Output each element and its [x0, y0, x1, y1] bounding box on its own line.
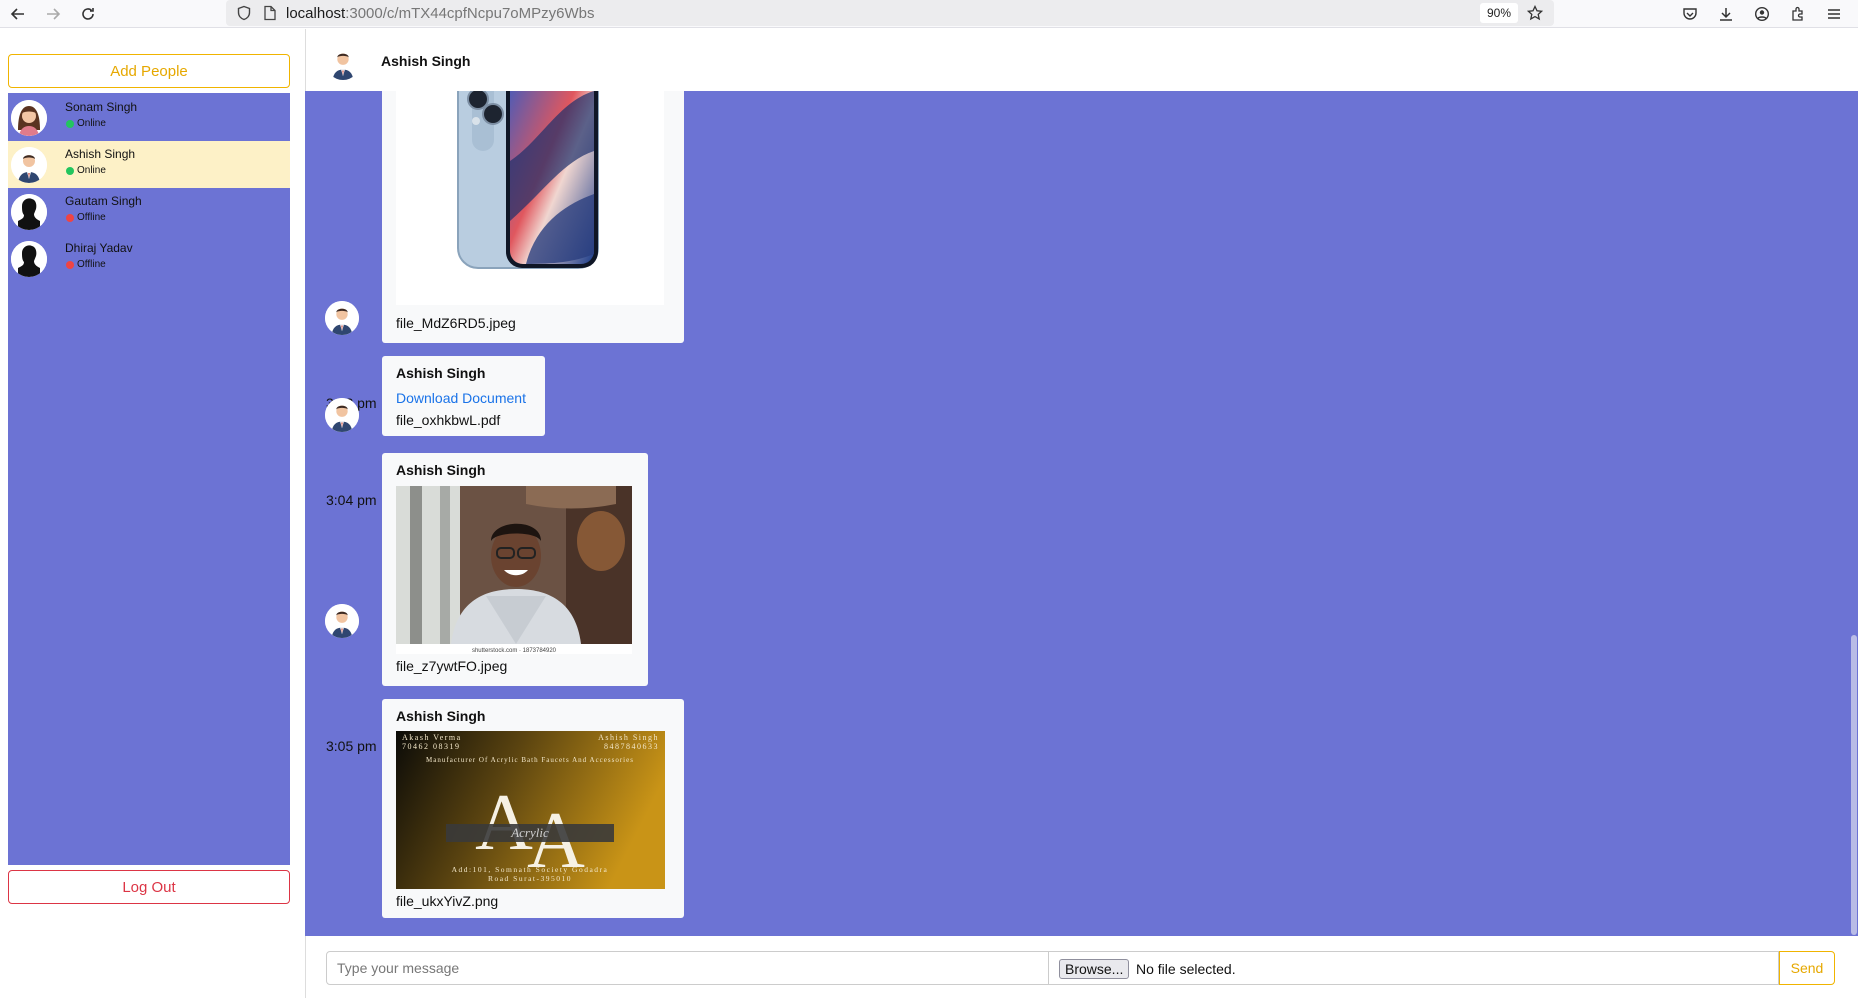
url-bar[interactable]: localhost:3000/c/mTX44cpfNcpu7oMPzy6Wbs …: [226, 0, 1554, 26]
user-status: Online: [66, 165, 106, 176]
card-right-name: Ashish Singh: [598, 733, 659, 742]
page-icon[interactable]: [260, 3, 280, 23]
card-brand: Acrylic: [510, 825, 549, 840]
offline-status-dot: [66, 260, 74, 269]
extensions-icon[interactable]: [1786, 2, 1810, 26]
online-status-dot: [66, 119, 74, 128]
browse-button[interactable]: Browse...: [1059, 959, 1130, 979]
send-button[interactable]: Send: [1779, 951, 1835, 985]
user-item-ashish-singh[interactable]: Ashish Singh Online: [8, 141, 290, 188]
logout-button[interactable]: Log Out: [8, 870, 290, 904]
offline-status-dot: [66, 213, 74, 222]
user-status-label: Online: [77, 165, 106, 176]
url-path: :3000/c/mTX44cpfNcpu7oMPzy6Wbs: [345, 5, 595, 22]
user-status-label: Online: [77, 118, 106, 129]
message-bubble: Ashish Singh shutterstock.com · 18737849…: [382, 453, 648, 686]
card-address-1: Add:101, Somnath Society Godadra: [452, 865, 609, 874]
card-left-name: Akash Verma: [402, 733, 462, 742]
user-item-dhiraj-yadav[interactable]: Dhiraj Yadav Offline: [8, 235, 290, 282]
reload-icon[interactable]: [76, 2, 100, 26]
user-status-label: Offline: [77, 212, 106, 223]
download-icon[interactable]: [1714, 2, 1738, 26]
user-item-gautam-singh[interactable]: Gautam Singh Offline: [8, 188, 290, 235]
female-avatar: [11, 100, 47, 136]
app-window: localhost:3000/c/mTX44cpfNcpu7oMPzy6Wbs …: [0, 0, 1858, 998]
user-name: Sonam Singh: [65, 100, 138, 114]
user-list: Sonam Singh Online Ashish Singh Online G…: [8, 93, 290, 865]
url-text[interactable]: localhost:3000/c/mTX44cpfNcpu7oMPzy6Wbs: [286, 5, 594, 22]
silhouette-avatar: [11, 241, 47, 277]
message-input[interactable]: [326, 951, 1049, 985]
back-icon[interactable]: [6, 2, 30, 26]
sender-avatar: [325, 604, 359, 638]
card-monogram-a1: A: [475, 779, 533, 867]
chat-header: Ashish Singh: [305, 29, 1858, 91]
card-tagline: Manufacturer Of Acrylic Bath Faucets And…: [426, 756, 634, 764]
shield-icon[interactable]: [234, 3, 254, 23]
silhouette-avatar: [11, 194, 47, 230]
message-bubble: Ashish Singh Akash Verma 70462 08319 Ash…: [382, 699, 684, 918]
user-status: Online: [66, 118, 106, 129]
file-name: file_z7ywtFO.jpeg: [396, 658, 508, 674]
chat-scrollbar[interactable]: [1851, 635, 1857, 935]
portrait-photo[interactable]: shutterstock.com · 1873784920: [396, 486, 632, 654]
male-suit-avatar: [326, 46, 360, 80]
user-status-label: Offline: [77, 259, 106, 270]
message-time: 3:05 pm: [326, 738, 377, 754]
message-bubble: Ashish Singh Download Document file_oxhk…: [382, 356, 545, 436]
menu-icon[interactable]: [1822, 2, 1846, 26]
star-icon[interactable]: [1525, 3, 1545, 23]
user-name: Ashish Singh: [65, 147, 136, 161]
user-item-sonam-singh[interactable]: Sonam Singh Online: [8, 94, 290, 141]
message-time: 3:04 pm: [326, 492, 377, 508]
file-status: No file selected.: [1136, 961, 1236, 977]
chat-messages[interactable]: file_MdZ6RD5.jpeg 3:02 pm Ashish Singh D…: [305, 91, 1858, 936]
file-name: file_ukxYivZ.png: [396, 893, 499, 909]
business-card[interactable]: Akash Verma 70462 08319 Ashish Singh 848…: [396, 731, 665, 889]
card-address-2: Road Surat-395010: [488, 874, 572, 883]
browser-toolbar: localhost:3000/c/mTX44cpfNcpu7oMPzy6Wbs …: [0, 0, 1858, 28]
card-right-phone: 8487840633: [604, 742, 659, 751]
chat-contact-name: Ashish Singh: [381, 53, 471, 69]
add-people-button[interactable]: Add People: [8, 54, 290, 88]
user-status: Offline: [66, 259, 106, 270]
account-icon[interactable]: [1750, 2, 1774, 26]
file-name: file_MdZ6RD5.jpeg: [396, 315, 516, 331]
user-name: Gautam Singh: [65, 194, 142, 208]
url-host: localhost: [286, 5, 346, 22]
pocket-icon[interactable]: [1678, 2, 1702, 26]
zoom-level[interactable]: 90%: [1480, 3, 1519, 23]
sender-avatar: [325, 301, 359, 335]
online-status-dot: [66, 166, 74, 175]
download-document-link[interactable]: Download Document: [396, 390, 526, 406]
file-name: file_oxhkbwL.pdf: [396, 412, 501, 428]
user-name: Dhiraj Yadav: [65, 241, 133, 255]
male-suit-avatar: [11, 147, 47, 183]
forward-icon[interactable]: [41, 2, 65, 26]
user-status: Offline: [66, 212, 106, 223]
photo-watermark: shutterstock.com · 1873784920: [472, 648, 557, 654]
sender-name: Ashish Singh: [396, 462, 486, 478]
card-left-phone: 70462 08319: [402, 742, 461, 751]
sender-name: Ashish Singh: [396, 708, 486, 724]
phone-photo[interactable]: [396, 91, 664, 305]
message-composer: Browse... No file selected. Send: [305, 936, 1858, 998]
sender-name: Ashish Singh: [396, 365, 486, 381]
sender-avatar: [325, 398, 359, 432]
file-input[interactable]: Browse... No file selected.: [1049, 951, 1779, 985]
message-bubble: file_MdZ6RD5.jpeg: [382, 91, 684, 343]
